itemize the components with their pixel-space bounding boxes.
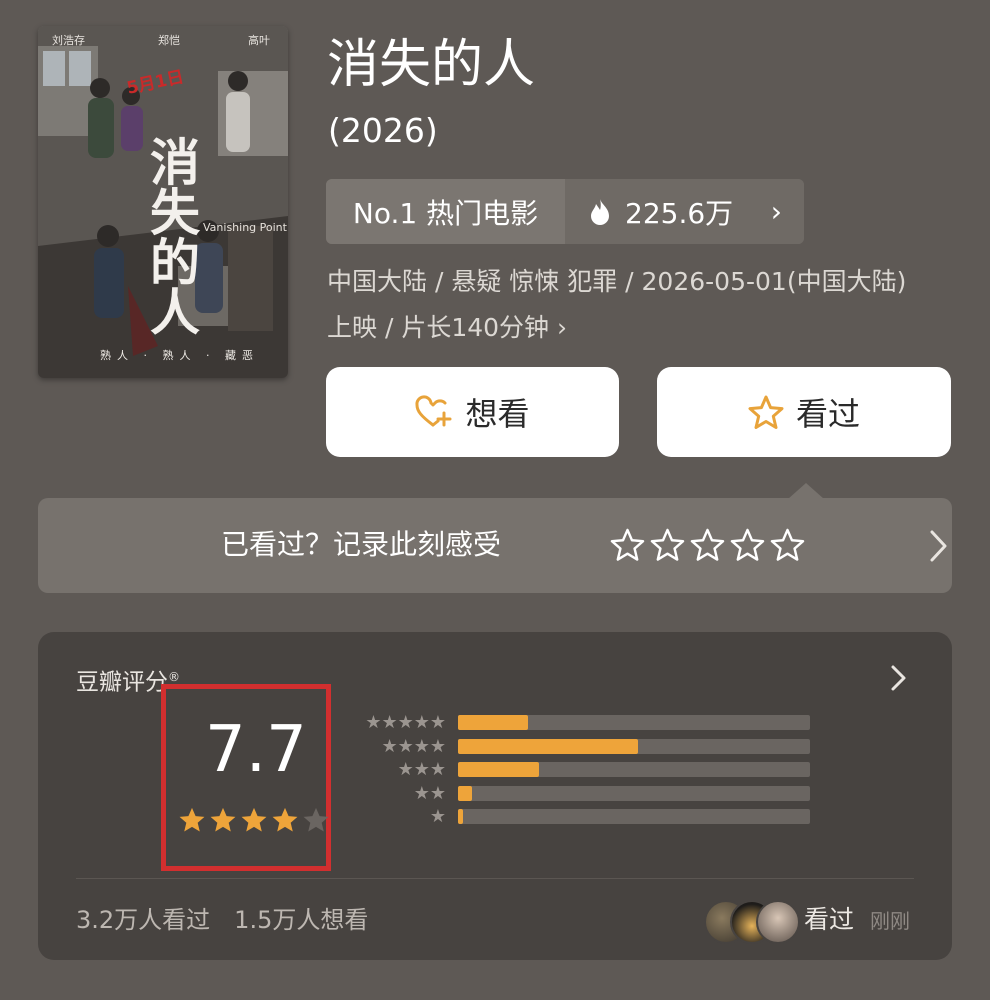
distribution-track (458, 785, 810, 801)
record-feeling-bar[interactable]: 已看过？记录此刻感受 (38, 498, 952, 593)
ranking-label[interactable]: No.1 热门电影 (326, 179, 565, 244)
distribution-bar (458, 809, 464, 824)
distribution-stars-label: ★★★ (397, 759, 446, 780)
star-outline-icon (748, 395, 784, 429)
star-outline-icon[interactable] (770, 528, 805, 561)
distribution-stars-label: ★★★★★ (365, 712, 446, 733)
distribution-bar (458, 762, 539, 777)
hot-count: 225.6万 (625, 196, 734, 230)
movie-meta-line-2[interactable]: 上映 / 片长140分钟 › (327, 308, 567, 348)
heart-plus-icon (415, 395, 452, 427)
watched-button[interactable]: 看过 (657, 367, 951, 457)
chevron-right-icon[interactable] (928, 528, 950, 564)
poster-tagline: 熟人 · 熟人 · 藏恶 (100, 349, 259, 362)
rating-score: 7.7 (205, 713, 307, 787)
movie-year: (2026) (328, 111, 438, 150)
poster-cast-3: 高叶 (248, 34, 270, 47)
audience-counts: 3.2万人看过 1.5万人想看 (76, 902, 368, 938)
rating-header-label: 豆瓣评分 (76, 669, 168, 696)
recent-viewer-avatars[interactable] (704, 900, 800, 944)
star-icon (179, 807, 205, 832)
star-outline-icon[interactable] (650, 528, 685, 561)
movie-meta-line-1[interactable]: 中国大陆 / 悬疑 惊悚 犯罪 / 2026-05-01(中国大陆) (327, 262, 906, 302)
star-icon (303, 807, 329, 832)
poster-cast-1: 刘浩存 (52, 34, 85, 47)
star-outline-icon[interactable] (610, 528, 645, 561)
distribution-track (458, 809, 810, 824)
recent-time: 刚刚 (870, 909, 910, 933)
rating-card[interactable]: 豆瓣评分® 7.7 ★★★★★ ★★★★ ★★★ ★★ ★ 3.2万人看过 1.5万人想看… (38, 632, 952, 960)
star-outline-icon[interactable] (690, 528, 725, 561)
score-stars (178, 806, 330, 833)
star-icon (272, 807, 298, 832)
registered-mark: ® (168, 670, 180, 684)
star-outline-icon[interactable] (730, 528, 765, 561)
distribution-bar (458, 715, 529, 730)
distribution-stars-label: ★★ (413, 782, 446, 804)
divider (76, 878, 914, 879)
star-icon (241, 807, 267, 832)
recent-seen-label: 看过 (804, 905, 855, 934)
watched-label: 看过 (795, 395, 860, 433)
popover-notch (788, 483, 824, 499)
seen-count: 3.2万人看过 (76, 906, 211, 934)
movie-poster[interactable]: 刘浩存 郑恺 高叶 5月1日 消失的人 Vanishing Point 熟人 ·… (38, 26, 288, 378)
want-count: 1.5万人想看 (234, 906, 369, 934)
want-to-watch-button[interactable]: 想看 (326, 367, 619, 457)
record-feeling-label: 已看过？记录此刻感受 (221, 528, 502, 561)
fire-icon (591, 198, 609, 225)
star-icon (210, 807, 236, 832)
chevron-right-icon: › (770, 195, 782, 228)
rate-stars[interactable] (610, 528, 805, 561)
poster-english-title: Vanishing Point (203, 221, 287, 234)
want-to-watch-label: 想看 (465, 395, 530, 433)
distribution-bar (458, 785, 473, 801)
distribution-bar (458, 738, 638, 754)
distribution-stars-label: ★ (429, 806, 446, 827)
distribution-stars-label: ★★★★ (381, 735, 446, 757)
ranking-bar[interactable]: No.1 热门电影 225.6万 › (326, 179, 804, 244)
avatar[interactable] (756, 900, 800, 944)
poster-title: 消失的人 (150, 134, 200, 342)
hot-count-button[interactable]: 225.6万 › (565, 179, 804, 244)
poster-cast-2: 郑恺 (158, 34, 180, 47)
movie-title: 消失的人 (327, 35, 536, 95)
chevron-right-icon[interactable] (890, 664, 908, 692)
